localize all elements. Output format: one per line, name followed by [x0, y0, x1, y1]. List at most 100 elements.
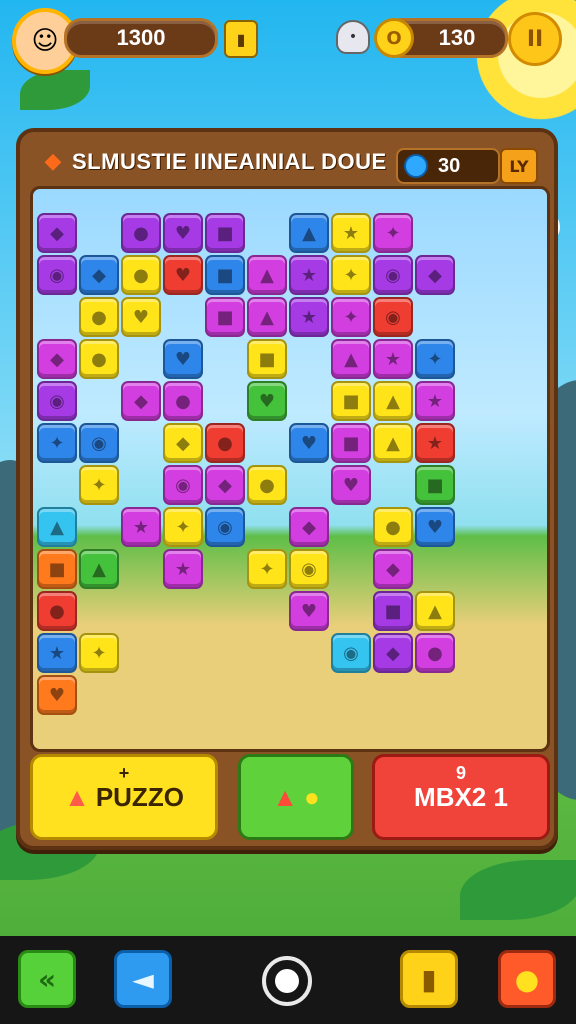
puzzle-label: PUZZO [95, 781, 184, 812]
board-tile[interactable]: ★ [121, 507, 161, 547]
board-tile[interactable]: ♥ [289, 591, 329, 631]
board-tile[interactable]: ◆ [121, 381, 161, 421]
board-tile[interactable]: ◆ [37, 213, 77, 253]
board-tile[interactable]: ■ [247, 339, 287, 379]
card-icon[interactable]: ▮ [224, 20, 258, 58]
board-tile[interactable]: ♥ [247, 381, 287, 421]
pause-button[interactable]: II [508, 12, 562, 66]
board-tile[interactable]: ♥ [331, 465, 371, 505]
board-tile[interactable]: ◆ [79, 255, 119, 295]
gem-counter: 30 [396, 148, 500, 184]
board-tile[interactable]: ◆ [373, 633, 413, 673]
hint-icon[interactable]: ● [498, 950, 556, 1008]
board-tile[interactable]: ▲ [247, 255, 287, 295]
board-tile[interactable]: ✦ [331, 255, 371, 295]
board-tile[interactable]: ◉ [373, 255, 413, 295]
board-tile[interactable]: ● [373, 507, 413, 547]
board-tile[interactable]: ● [79, 339, 119, 379]
board-tile[interactable]: ✦ [163, 507, 203, 547]
board-tile[interactable]: ◆ [289, 507, 329, 547]
board-tile[interactable]: ♥ [121, 297, 161, 337]
board-tile[interactable]: ✦ [331, 297, 371, 337]
home-button[interactable] [262, 956, 312, 1006]
board-tile[interactable]: ✦ [415, 339, 455, 379]
board-tile[interactable]: ★ [289, 255, 329, 295]
board-tile[interactable]: ● [79, 297, 119, 337]
board-tile[interactable]: ★ [37, 633, 77, 673]
board-tile[interactable]: ◉ [373, 297, 413, 337]
board-tile[interactable]: ★ [415, 423, 455, 463]
board-tile[interactable]: ★ [289, 297, 329, 337]
board-tile[interactable]: ▲ [37, 507, 77, 547]
puzzle-button[interactable]: + ▲ PUZZO [30, 754, 218, 840]
booster-button[interactable]: ▲ ● [238, 754, 354, 840]
game-board[interactable]: ◆ ● ♥ ■ ▲ ★ ✦ ◉ ◆ ● ♥ ■ ▲ ★ ✦ ◉ ◆ ● ♥ ■ ▲ ★ ✦ ◉ ◆ ● ♥ ■ ▲ ★ ✦ ◉ ◆ ● ♥ ■ ▲ ★ ✦ ◉… [30, 186, 550, 752]
board-tile[interactable]: ◉ [37, 255, 77, 295]
action-bar: + ▲ PUZZO ▲ ● 9 MBX2 1 [30, 754, 550, 842]
board-tile[interactable]: ▲ [415, 591, 455, 631]
puzzle-plus: + [118, 763, 130, 783]
board-tile[interactable]: ◆ [415, 255, 455, 295]
panel-header: ◆ SLMUSTIE IINEAINIAL DOUE 30 LY [28, 140, 546, 184]
board-tile[interactable]: ♥ [289, 423, 329, 463]
board-tile[interactable]: ● [163, 381, 203, 421]
board-tile[interactable]: ■ [331, 381, 371, 421]
board-tile[interactable]: ♥ [37, 675, 77, 715]
board-tile[interactable]: ◉ [163, 465, 203, 505]
board-tile[interactable]: ✦ [79, 633, 119, 673]
board-tile[interactable]: ✦ [79, 465, 119, 505]
board-tile[interactable]: ◉ [289, 549, 329, 589]
box-label: LY [509, 156, 529, 176]
board-tile[interactable]: ▲ [79, 549, 119, 589]
card-icon[interactable]: ▮ [400, 950, 458, 1008]
gem-icon [404, 154, 428, 178]
board-tile[interactable]: ◉ [79, 423, 119, 463]
board-tile[interactable]: ■ [37, 549, 77, 589]
mushroom-icon: ▲ [272, 781, 298, 812]
board-tile[interactable]: ◉ [37, 381, 77, 421]
board-tile[interactable]: ■ [205, 297, 245, 337]
board-tile[interactable]: ♥ [415, 507, 455, 547]
back-icon[interactable]: « [18, 950, 76, 1008]
board-tile[interactable]: ♥ [163, 339, 203, 379]
gem-value: 30 [438, 154, 461, 177]
coin-icon: O [374, 18, 414, 58]
board-tile[interactable]: ▲ [373, 423, 413, 463]
board-tile[interactable]: ▲ [289, 213, 329, 253]
level-title: SLMUSTIE IINEAINIAL DOUE [72, 149, 387, 174]
board-tile[interactable]: ▲ [331, 339, 371, 379]
board-tile[interactable]: ▲ [247, 297, 287, 337]
board-tile[interactable]: ● [415, 633, 455, 673]
banana-icon: ● [304, 781, 320, 812]
board-tile[interactable]: ◆ [37, 339, 77, 379]
board-tile[interactable]: ■ [331, 423, 371, 463]
board-tile[interactable]: ▲ [373, 381, 413, 421]
board-tile[interactable]: ◆ [373, 549, 413, 589]
board-tile[interactable]: ● [37, 591, 77, 631]
board-tile[interactable]: ✦ [373, 213, 413, 253]
board-tile[interactable]: ✦ [247, 549, 287, 589]
board-tile[interactable]: ◉ [205, 507, 245, 547]
multiplier-button[interactable]: 9 MBX2 1 [372, 754, 550, 840]
board-tile[interactable]: ★ [373, 339, 413, 379]
board-tile[interactable]: ● [121, 213, 161, 253]
board-tile[interactable]: ■ [373, 591, 413, 631]
board-tile[interactable]: ◉ [331, 633, 371, 673]
board-tile[interactable]: ◆ [205, 465, 245, 505]
board-tile[interactable]: ■ [205, 213, 245, 253]
board-tile[interactable]: ■ [205, 255, 245, 295]
board-tile[interactable]: ♥ [163, 213, 203, 253]
board-tile[interactable]: ♥ [163, 255, 203, 295]
board-tile[interactable]: ★ [163, 549, 203, 589]
board-tile[interactable]: ● [205, 423, 245, 463]
board-tile[interactable]: ● [121, 255, 161, 295]
box-icon[interactable]: LY [500, 148, 538, 184]
sound-icon[interactable]: ◄ [114, 950, 172, 1008]
board-tile[interactable]: ★ [331, 213, 371, 253]
ghost-icon[interactable]: • [336, 20, 370, 54]
board-tile[interactable]: ✦ [37, 423, 77, 463]
board-tile[interactable]: ● [247, 465, 287, 505]
board-tile[interactable]: ■ [415, 465, 455, 505]
board-tile[interactable]: ★ [415, 381, 455, 421]
board-tile[interactable]: ◆ [163, 423, 203, 463]
